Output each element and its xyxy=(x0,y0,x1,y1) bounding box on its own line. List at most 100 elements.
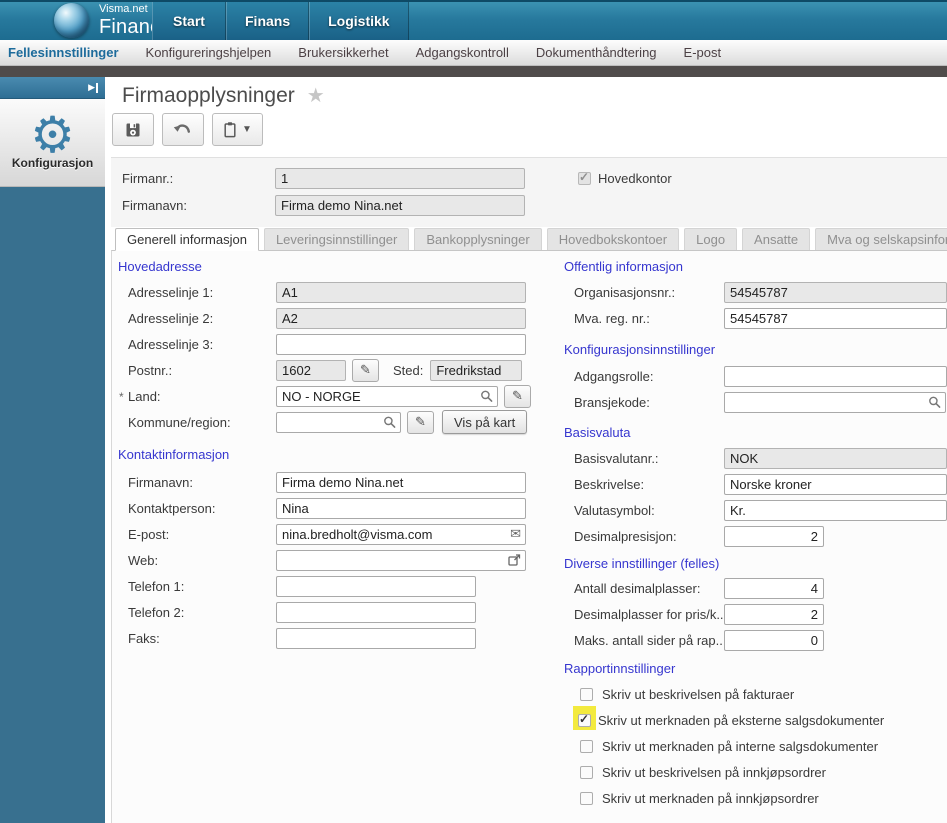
vis-pa-kart-button[interactable]: Vis på kart xyxy=(442,410,528,434)
web-row: Web: xyxy=(118,547,564,573)
firmanavn-input[interactable] xyxy=(275,195,525,216)
valutasymbol-input[interactable] xyxy=(724,499,947,521)
antall-desimalplasser-input[interactable] xyxy=(724,577,824,599)
adresselinje3-input[interactable] xyxy=(276,333,526,355)
maks-sider-input[interactable] xyxy=(724,629,824,651)
telefon1-row: Telefon 1: xyxy=(118,573,564,599)
module-tabs: Start Finans Logistikk xyxy=(152,2,409,40)
organisasjonsnr-input[interactable] xyxy=(724,281,947,303)
telefon1-label: Telefon 1: xyxy=(128,578,185,594)
land-edit-button[interactable]: ✎ xyxy=(504,384,531,408)
magnifier-icon[interactable] xyxy=(928,396,941,409)
module-tab-start[interactable]: Start xyxy=(152,2,226,40)
tab-leveringsinnstillinger[interactable]: Leveringsinnstillinger xyxy=(263,228,410,250)
beskrivelse-input[interactable] xyxy=(724,473,947,495)
sidebar-item-label: Konfigurasjon xyxy=(11,155,94,170)
epost-input[interactable] xyxy=(276,523,526,545)
telefon2-input[interactable] xyxy=(276,601,476,623)
module-tab-finans[interactable]: Finans xyxy=(226,2,310,40)
tab-logo[interactable]: Logo xyxy=(684,228,738,250)
hovedkontor-checkbox[interactable] xyxy=(578,170,591,185)
kontakt-firmanavn-input[interactable] xyxy=(276,471,526,493)
tab-ansatte[interactable]: Ansatte xyxy=(742,228,811,250)
bransjekode-input[interactable] xyxy=(724,391,946,413)
postnr-input[interactable] xyxy=(276,359,346,381)
skriv-ut-beskrivelsen-fakturaer-checkbox[interactable] xyxy=(580,687,593,701)
subnav-brukersikkerhet[interactable]: Brukersikkerhet xyxy=(298,45,388,60)
postnr-edit-button[interactable]: ✎ xyxy=(352,358,379,382)
section-diverse-innstillinger: Diverse innstillinger (felles) xyxy=(564,556,720,571)
required-mark: * xyxy=(119,389,124,404)
company-header-form: Firmanr.: Hovedkontor Firmanavn: xyxy=(111,157,947,227)
checkbox-label: Skriv ut merknaden på eksterne salgsdoku… xyxy=(598,712,885,728)
land-input[interactable] xyxy=(276,385,498,407)
tab-hovedbokskontoer[interactable]: Hovedbokskontoer xyxy=(546,228,680,250)
subnav-epost[interactable]: E-post xyxy=(684,45,722,60)
favorite-star-icon[interactable]: ★ xyxy=(307,83,325,108)
section-basisvaluta: Basisvaluta xyxy=(564,425,631,440)
faks-input[interactable] xyxy=(276,627,476,649)
undo-icon xyxy=(173,122,193,137)
land-row: *Land: ✎ xyxy=(118,383,564,409)
checkbox-row-merknaden-eksterne: Skriv ut merknaden på eksterne salgsdoku… xyxy=(564,705,947,733)
subnav-dokumenthandtering[interactable]: Dokumenthåndtering xyxy=(536,45,657,60)
kommune-edit-button[interactable]: ✎ xyxy=(407,410,434,434)
magnifier-icon[interactable] xyxy=(383,416,396,429)
mva-reg-label: Mva. reg. nr.: xyxy=(574,310,650,326)
subnav-konfigureringshjelpen[interactable]: Konfigureringshjelpen xyxy=(146,45,272,60)
adresselinje3-row: Adresselinje 3: xyxy=(118,331,564,357)
kommune-label: Kommune/region: xyxy=(128,414,231,430)
adresselinje2-row: Adresselinje 2: xyxy=(118,305,564,331)
sidebar-expand-button[interactable]: ▶ xyxy=(0,77,105,99)
adresselinje2-input[interactable] xyxy=(276,307,526,329)
save-button[interactable] xyxy=(112,113,154,146)
expand-arrow-icon: ▶ xyxy=(88,82,95,92)
skriv-ut-merknaden-interne-checkbox[interactable] xyxy=(580,739,593,753)
module-tab-logistikk[interactable]: Logistikk xyxy=(309,2,409,40)
skriv-ut-merknaden-innkjopsordrer-checkbox[interactable] xyxy=(580,791,593,805)
checkbox-wrap xyxy=(578,790,595,807)
checkbox-highlight xyxy=(573,705,596,730)
magnifier-icon[interactable] xyxy=(480,390,493,403)
telefon1-input[interactable] xyxy=(276,575,476,597)
basisvalutanr-input[interactable] xyxy=(724,447,947,469)
kontaktperson-row: Kontaktperson: xyxy=(118,495,564,521)
checkbox-label: Skriv ut merknaden på innkjøpsordrer xyxy=(602,790,819,806)
sted-label: Sted: xyxy=(393,362,424,378)
beskrivelse-label: Beskrivelse: xyxy=(574,476,645,492)
mva-reg-input[interactable] xyxy=(724,307,947,329)
kommune-lookup xyxy=(276,411,401,433)
section-offentlig-informasjon: Offentlig informasjon xyxy=(564,259,683,274)
subnav-adgangskontroll[interactable]: Adgangskontroll xyxy=(416,45,509,60)
section-hovedadresse: Hovedadresse xyxy=(118,259,202,274)
postnr-label: Postnr.: xyxy=(128,362,173,378)
tab-bankopplysninger[interactable]: Bankopplysninger xyxy=(414,228,542,250)
desimalplasser-pris-input[interactable] xyxy=(724,603,824,625)
envelope-icon[interactable]: ✉ xyxy=(510,526,521,542)
web-input[interactable] xyxy=(276,549,526,571)
sted-input[interactable] xyxy=(430,359,523,381)
sidebar-item-konfigurasjon[interactable]: ⚙ Konfigurasjon xyxy=(0,99,105,187)
faks-row: Faks: xyxy=(118,625,564,651)
firmanr-input[interactable] xyxy=(275,168,525,189)
chevron-down-icon: ▼ xyxy=(242,124,252,135)
undo-button[interactable] xyxy=(162,113,204,146)
adresselinje1-input[interactable] xyxy=(276,281,526,303)
kontaktperson-input[interactable] xyxy=(276,497,526,519)
tab-mva-og-selskapsinformasjon[interactable]: Mva og selskapsinformasjon xyxy=(815,228,947,250)
adgangsrolle-input[interactable] xyxy=(724,365,947,387)
checkbox-row-beskrivelse-fakturaer: Skriv ut beskrivelsen på fakturaer xyxy=(564,681,947,707)
skriv-ut-merknaden-eksterne-checkbox[interactable] xyxy=(578,712,591,727)
adresselinje3-label: Adresselinje 3: xyxy=(128,336,214,352)
basisvalutanr-row: Basisvalutanr.: xyxy=(564,445,947,471)
open-link-icon[interactable] xyxy=(508,554,521,567)
desimalpresisjon-input[interactable] xyxy=(724,525,824,547)
kontakt-firmanavn-row: Firmanavn: xyxy=(118,469,564,495)
tab-content: Hovedadresse Adresselinje 1: Adresselinj… xyxy=(111,250,947,823)
skriv-ut-beskrivelsen-innkjopsordrer-checkbox[interactable] xyxy=(580,765,593,779)
clipboard-button[interactable]: ▼ xyxy=(212,113,263,146)
gear-icon: ⚙ xyxy=(30,106,75,163)
adresselinje2-label: Adresselinje 2: xyxy=(128,310,214,326)
tab-generell-informasjon[interactable]: Generell informasjon xyxy=(115,228,259,251)
subnav-fellesinnstillinger[interactable]: Fellesinnstillinger xyxy=(8,45,119,60)
